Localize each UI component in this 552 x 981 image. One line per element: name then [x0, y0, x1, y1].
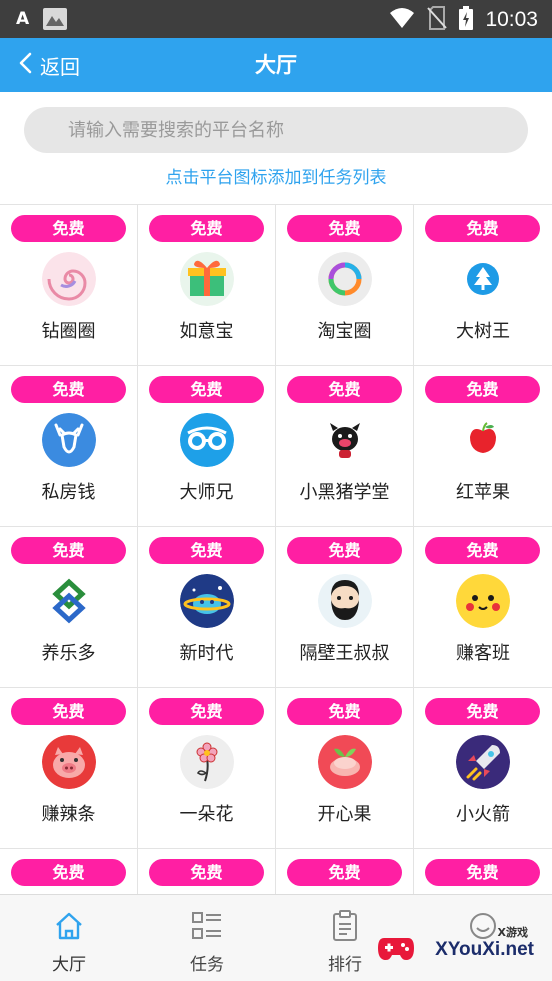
- tab-label: 任务: [190, 955, 224, 975]
- free-badge: 免费: [287, 537, 402, 564]
- platform-tile[interactable]: 免费 如意宝: [138, 205, 276, 366]
- platform-tile[interactable]: 免费 私房钱: [0, 366, 138, 527]
- platform-tile[interactable]: 免费: [276, 849, 414, 894]
- platform-name: 淘宝圈: [317, 321, 372, 342]
- platform-name: 一朵花: [179, 804, 234, 825]
- hint-text: 点击平台图标添加到任务列表: [165, 168, 387, 188]
- platform-name: 小火箭: [456, 804, 510, 825]
- platform-tile[interactable]: 免费 隔壁王叔叔: [276, 527, 414, 688]
- platform-name: 大师兄: [179, 482, 234, 503]
- tab-task[interactable]: 任务: [138, 895, 276, 981]
- platform-name: 赚辣条: [41, 804, 96, 825]
- platform-name: 隔壁王叔叔: [299, 643, 390, 664]
- search-box[interactable]: [24, 107, 528, 153]
- pig-icon[interactable]: [42, 735, 96, 789]
- platform-name: 新时代: [179, 643, 234, 664]
- free-badge: 免费: [287, 698, 402, 725]
- platform-tile[interactable]: 免费 大师兄: [138, 366, 276, 527]
- pistachio-icon[interactable]: [318, 735, 372, 789]
- platform-name: 大树王: [456, 321, 510, 342]
- pikachu-icon[interactable]: [456, 574, 510, 628]
- flower-icon[interactable]: [180, 735, 234, 789]
- free-badge: 免费: [11, 376, 126, 403]
- knot-icon[interactable]: [42, 574, 96, 628]
- platform-tile[interactable]: 免费: [0, 849, 138, 894]
- back-button[interactable]: 返回: [18, 38, 80, 92]
- platform-tile[interactable]: 免费 钻圈圈: [0, 205, 138, 366]
- platform-tile[interactable]: 免费 小黑猪学堂: [276, 366, 414, 527]
- watermark: X游戏 XYouXi.net: [372, 914, 544, 974]
- home-icon: [53, 910, 85, 942]
- image-notification-icon: [43, 8, 68, 30]
- platform-tile[interactable]: 免费: [414, 849, 552, 894]
- free-badge: 免费: [425, 859, 540, 886]
- free-badge: 免费: [425, 215, 540, 242]
- platform-tile[interactable]: 免费 赚客班: [414, 527, 552, 688]
- bearded-man-icon[interactable]: [318, 574, 372, 628]
- platform-name: 如意宝: [179, 321, 234, 342]
- rocket-icon[interactable]: [456, 735, 510, 789]
- free-badge: 免费: [149, 698, 264, 725]
- platform-tile[interactable]: 免费 一朵花: [138, 688, 276, 849]
- free-badge: 免费: [425, 376, 540, 403]
- wifi-icon: [389, 7, 415, 33]
- planet-icon[interactable]: [180, 574, 234, 628]
- deer-icon[interactable]: [42, 413, 96, 467]
- apple-icon[interactable]: [456, 413, 510, 467]
- free-badge: 免费: [11, 215, 126, 242]
- task-list-icon: [191, 910, 223, 942]
- header-bar: 返回 大厅: [0, 38, 552, 92]
- platform-tile[interactable]: 免费 红苹果: [414, 366, 552, 527]
- platform-name: 红苹果: [456, 482, 510, 503]
- black-pig-icon[interactable]: [318, 413, 372, 467]
- platform-name: 钻圈圈: [41, 321, 96, 342]
- free-badge: 免费: [425, 698, 540, 725]
- platform-tile[interactable]: 免费 新时代: [138, 527, 276, 688]
- no-sim-icon: [427, 6, 448, 34]
- swirl-icon[interactable]: [42, 252, 96, 306]
- platform-tile[interactable]: 免费 小火箭: [414, 688, 552, 849]
- tree-icon[interactable]: [456, 252, 510, 306]
- glasses-icon[interactable]: [180, 413, 234, 467]
- status-bar: A 10:03: [0, 0, 552, 38]
- free-badge: 免费: [287, 859, 402, 886]
- back-label: 返回: [40, 54, 80, 79]
- free-badge: 免费: [149, 537, 264, 564]
- platform-name: 私房钱: [41, 482, 96, 503]
- search-input[interactable]: [24, 107, 528, 153]
- free-badge: 免费: [425, 537, 540, 564]
- platform-grid: 免费 钻圈圈 免费 如意宝 免费 淘宝圈 免费 大树王 免费 私房钱 免费 大师兄 免费 小黑猪学堂 免费红…: [0, 204, 552, 894]
- page-title: 大厅: [255, 53, 297, 77]
- watermark-text: XYouXi.net: [435, 939, 534, 960]
- tab-hall[interactable]: 大厅: [0, 895, 138, 981]
- font-icon: A: [16, 9, 30, 29]
- platform-name: 开心果: [317, 804, 372, 825]
- platform-tile[interactable]: 免费 开心果: [276, 688, 414, 849]
- platform-name: 养乐多: [41, 643, 96, 664]
- free-badge: 免费: [287, 215, 402, 242]
- free-badge: 免费: [149, 859, 264, 886]
- free-badge: 免费: [149, 215, 264, 242]
- ring-icon[interactable]: [318, 252, 372, 306]
- platform-tile[interactable]: 免费 赚辣条: [0, 688, 138, 849]
- clipboard-icon: [329, 910, 361, 942]
- platform-tile[interactable]: 免费 淘宝圈: [276, 205, 414, 366]
- gift-icon[interactable]: [180, 252, 234, 306]
- platform-tile[interactable]: 免费: [138, 849, 276, 894]
- free-badge: 免费: [149, 376, 264, 403]
- chevron-left-icon: [18, 52, 32, 78]
- free-badge: 免费: [11, 537, 126, 564]
- platform-name: 小黑猪学堂: [299, 482, 390, 503]
- status-time: 10:03: [485, 8, 538, 31]
- tab-label: 大厅: [52, 955, 86, 975]
- free-badge: 免费: [287, 376, 402, 403]
- platform-tile[interactable]: 免费 大树王: [414, 205, 552, 366]
- platform-name: 赚客班: [456, 643, 510, 664]
- platform-tile[interactable]: 免费 养乐多: [0, 527, 138, 688]
- free-badge: 免费: [11, 859, 126, 886]
- free-badge: 免费: [11, 698, 126, 725]
- battery-charging-icon: [459, 6, 474, 34]
- gamepad-logo-icon: [376, 928, 416, 968]
- watermark-small-text: X游戏: [497, 926, 528, 939]
